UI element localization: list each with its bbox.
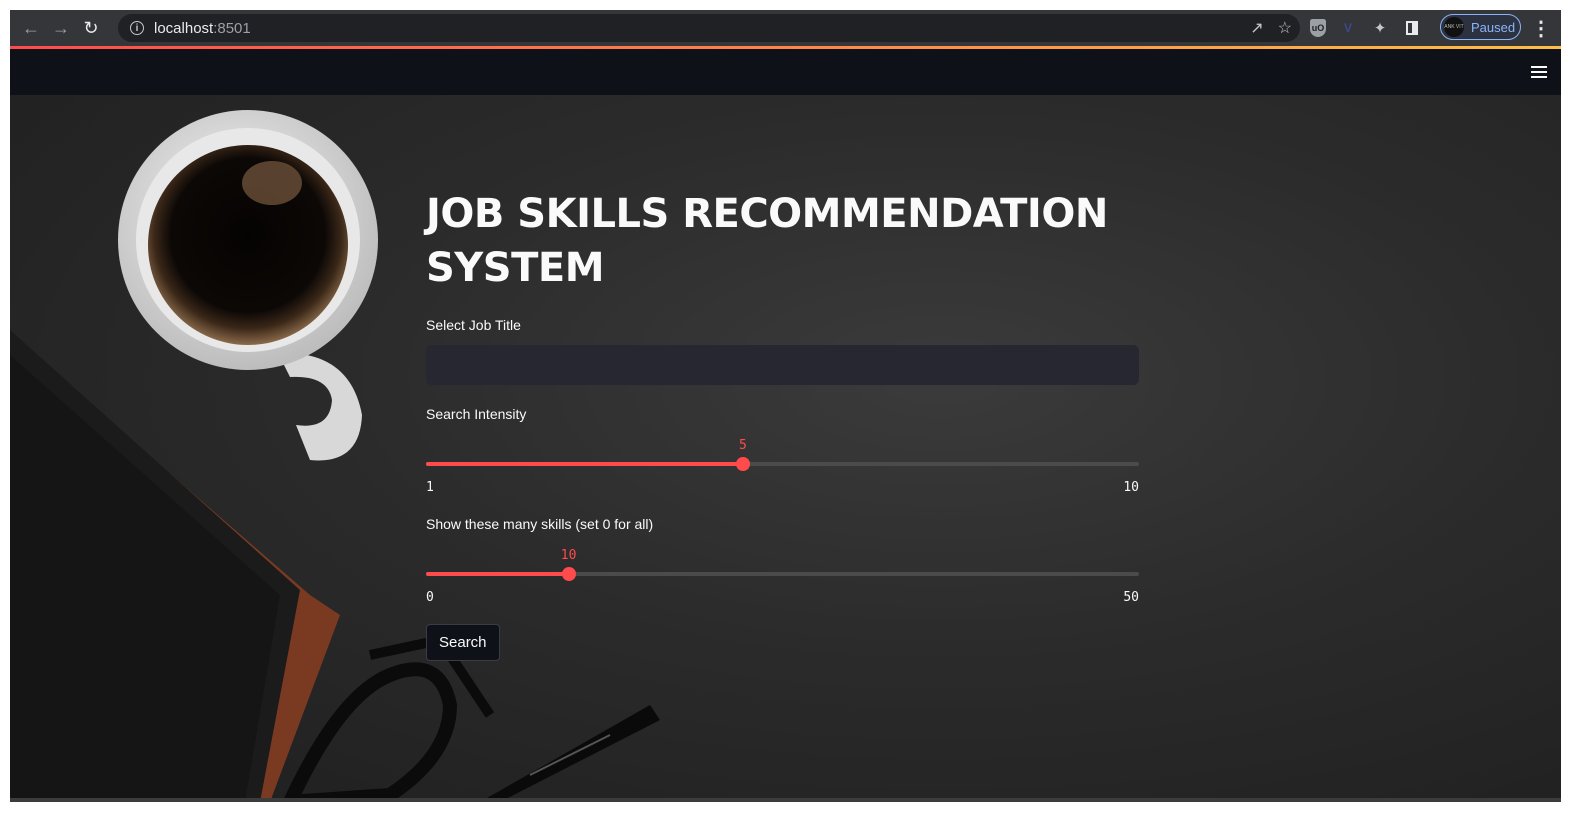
side-panel-icon[interactable] xyxy=(1402,18,1422,38)
address-bar[interactable]: i localhost:8501 ↗ ☆ xyxy=(118,14,1300,42)
search-button[interactable]: Search xyxy=(426,624,500,661)
avatar: ANK VIT xyxy=(1444,17,1464,37)
extensions-icon[interactable]: ✦ xyxy=(1370,18,1390,38)
slider-fill xyxy=(426,572,569,576)
hamburger-menu-icon[interactable] xyxy=(1531,66,1547,81)
vue-devtools-icon[interactable]: V xyxy=(1338,18,1358,38)
slider-min-label: 1 xyxy=(426,480,434,495)
reload-icon[interactable]: ↻ xyxy=(76,13,106,43)
skills-count-label: Show these many skills (set 0 for all) xyxy=(426,516,654,532)
slider-value: 10 xyxy=(560,548,577,563)
window-bottom-edge xyxy=(10,798,1561,802)
main-content: JOB SKILLS RECOMMENDATION SYSTEM Select … xyxy=(426,95,1139,661)
job-title-select[interactable] xyxy=(426,345,1139,385)
profile-button[interactable]: ANK VIT Paused xyxy=(1440,14,1521,40)
slider-thumb[interactable] xyxy=(561,567,576,581)
slider-value: 5 xyxy=(738,438,747,453)
url-port: :8501 xyxy=(213,19,251,37)
page-title: JOB SKILLS RECOMMENDATION SYSTEM xyxy=(426,191,1108,291)
ublock-icon[interactable]: uO xyxy=(1310,19,1326,37)
share-icon[interactable]: ↗ xyxy=(1250,18,1263,38)
search-intensity-label: Search Intensity xyxy=(426,406,527,422)
search-intensity-slider[interactable]: 5 1 10 xyxy=(426,422,1139,495)
star-icon[interactable]: ☆ xyxy=(1278,18,1292,38)
browser-window: ← → ↻ i localhost:8501 ↗ ☆ uO V ✦ ANK VI… xyxy=(10,10,1561,802)
back-arrow-icon[interactable]: ← xyxy=(16,13,46,43)
slider-max-label: 50 xyxy=(1123,590,1139,605)
info-icon[interactable]: i xyxy=(130,21,144,35)
job-title-label: Select Job Title xyxy=(426,317,521,333)
slider-thumb[interactable] xyxy=(735,457,750,471)
url-host: localhost xyxy=(154,19,214,37)
forward-arrow-icon[interactable]: → xyxy=(46,13,76,43)
slider-min-label: 0 xyxy=(426,590,434,605)
profile-status: Paused xyxy=(1471,19,1516,35)
menu-kebab-icon[interactable]: ⋮ xyxy=(1531,16,1551,41)
app-header xyxy=(10,49,1561,95)
browser-toolbar: ← → ↻ i localhost:8501 ↗ ☆ uO V ✦ ANK VI… xyxy=(10,10,1561,46)
skills-count-slider[interactable]: 10 0 50 xyxy=(426,532,1139,605)
slider-max-label: 10 xyxy=(1123,480,1139,495)
slider-fill xyxy=(426,462,743,466)
